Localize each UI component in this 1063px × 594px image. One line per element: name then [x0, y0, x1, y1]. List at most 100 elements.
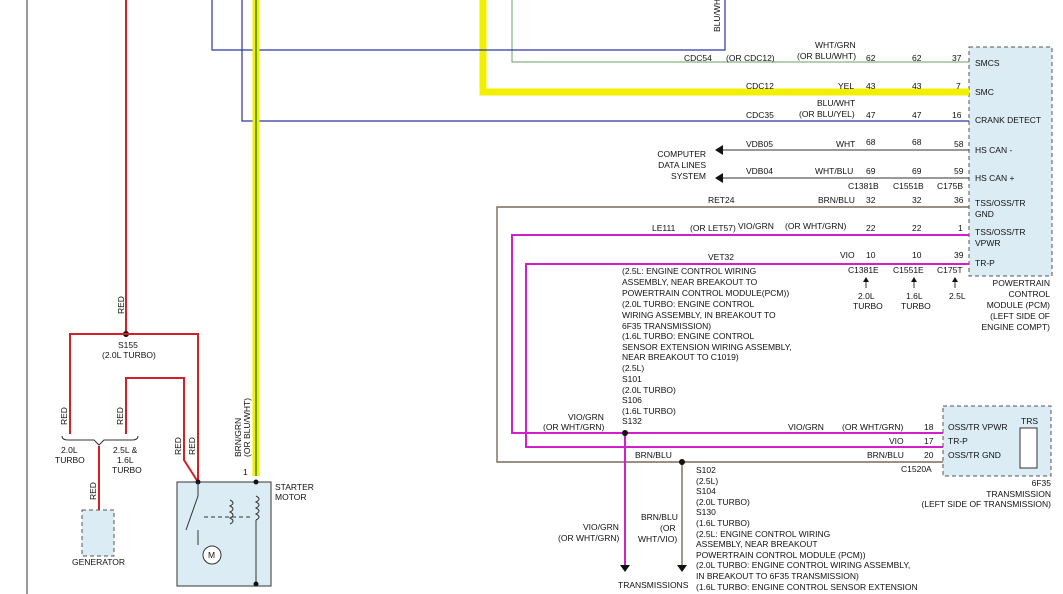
note-line: POWERTRAIN CONTROL MODULE (PCM)) — [696, 550, 866, 560]
color-label: BRN/BLU — [867, 450, 904, 460]
note-line: (1.6L TURBO: ENGINE CONTROL SENSOR EXTEN… — [696, 582, 918, 592]
pcm-pin-smc: SMC — [975, 87, 994, 97]
variant-label: 2.5L — [949, 291, 966, 301]
circuit-label: RET24 — [708, 195, 735, 205]
wiring-diagram: SMCS SMC CRANK DETECT HS CAN - HS CAN + … — [26, 0, 1053, 594]
pin-number: 32 — [866, 195, 876, 205]
color-label: (OR WHT/GRN) — [543, 422, 605, 432]
connector-label: C1551E — [893, 265, 924, 275]
pin-number: 69 — [866, 166, 876, 176]
pin-number: 62 — [912, 53, 922, 63]
computer-data-lines-label: COMPUTER DATA LINES SYSTEM — [657, 149, 706, 181]
pcm-pin-tr-p: TR-P — [975, 258, 995, 268]
starter-label: STARTER — [275, 482, 314, 492]
note-line: (2.5L: ENGINE CONTROL WIRING — [622, 266, 756, 276]
color-label: VIO — [840, 250, 855, 260]
pin-number: 22 — [866, 223, 876, 233]
wire-label-blu-wht-top: BLU/WHT — [712, 0, 722, 32]
circuit-label: (OR CDC12) — [726, 53, 775, 63]
variant-label: 1.6L — [117, 455, 134, 465]
color-label: BRN/BLU — [818, 195, 855, 205]
splice-dot — [679, 459, 685, 465]
variant-label: 2.5L & — [113, 445, 138, 455]
pin-number: 37 — [952, 53, 962, 63]
connector-variant-arrows: 2.0L TURBO 1.6L TURBO 2.5L — [853, 277, 966, 311]
trs-pin-label: TR-P — [948, 436, 968, 446]
color-label: RED — [173, 437, 183, 455]
note-line: S102 — [696, 465, 716, 475]
variant-label: TURBO — [853, 301, 883, 311]
color-label: BLU/WHT — [817, 98, 855, 108]
color-label: RED — [116, 296, 126, 314]
pin-number: 43 — [912, 81, 922, 91]
pcm-pin-tss-gnd-2: GND — [975, 209, 994, 219]
pin-number: 32 — [912, 195, 922, 205]
variant-label: 2.0L — [61, 445, 78, 455]
note-line: S101 — [622, 374, 642, 384]
pin-number: 39 — [954, 250, 964, 260]
pin-number: 47 — [866, 110, 876, 120]
note-line: (2.0L TURBO: ENGINE CONTROL WIRING ASSEM… — [696, 560, 910, 570]
note-line: S130 — [696, 507, 716, 517]
trs-caption-line: 6F35 — [1032, 478, 1052, 488]
note-line: (2.0L TURBO) — [622, 385, 676, 395]
pin-number: 16 — [952, 110, 962, 120]
color-label: VIO — [889, 436, 904, 446]
starter-motor-box — [176, 481, 272, 587]
circuit-label: CDC54 — [684, 53, 712, 63]
pin-number: 10 — [912, 250, 922, 260]
variant-label: 1.6L — [906, 291, 923, 301]
arrow-down-icon — [677, 565, 687, 572]
pcm-caption: POWERTRAIN CONTROL MODULE (PCM) (LEFT SI… — [982, 278, 1051, 332]
generator-label: GENERATOR — [72, 557, 125, 567]
pin-number: 68 — [912, 137, 922, 147]
pin-number: 58 — [954, 139, 964, 149]
splice-note-s102: S102 (2.5L) S104 (2.0L TURBO) S130 (1.6L… — [696, 465, 918, 592]
connector-label: C1381B — [848, 181, 879, 191]
pcm-pin-hs-can-minus: HS CAN - — [975, 145, 1012, 155]
pcm-caption-line: CONTROL — [1008, 289, 1050, 299]
pcm-caption-line: MODULE (PCM) — [987, 300, 1050, 310]
color-label: BRN/BLU — [641, 512, 678, 522]
pin-number: 20 — [924, 450, 934, 460]
color-label: YEL — [838, 81, 854, 91]
color-label: WHT — [836, 139, 855, 149]
splice-label: (2.0L TURBO) — [102, 350, 156, 360]
pcm-caption-line: ENGINE COMPT) — [982, 322, 1051, 332]
note-line: POWERTRAIN CONTROL MODULE(PCM)) — [622, 288, 789, 298]
computer-lines-text: COMPUTER — [657, 149, 706, 159]
circuit-label: VET32 — [708, 252, 734, 262]
computer-lines-text: SYSTEM — [671, 171, 706, 181]
circuit-label: VDB04 — [746, 166, 773, 176]
arrow-up-icon — [952, 277, 958, 282]
color-label: WHT/VIO) — [638, 534, 677, 544]
circuit-label: VDB05 — [746, 139, 773, 149]
wire-crank-detect — [241, 0, 969, 122]
pcm-pin-hs-can-plus: HS CAN + — [975, 173, 1014, 183]
note-line: S106 — [622, 395, 642, 405]
pin-number: 59 — [954, 166, 964, 176]
note-line: IN BREAKOUT TO 6F35 TRANSMISSION) — [696, 571, 859, 581]
pin-number: 17 — [924, 436, 934, 446]
trs-pin-label: OSS/TR VPWR — [948, 422, 1008, 432]
splice-label: S155 — [118, 340, 138, 350]
color-label: (OR BLU/YEL) — [799, 109, 855, 119]
color-label: RED — [187, 437, 197, 455]
color-label: VIO/GRN — [583, 522, 619, 532]
note-line: (1.6L TURBO: ENGINE CONTROL — [622, 331, 755, 341]
pin-number: 22 — [912, 223, 922, 233]
trs-sensor-symbol — [1019, 427, 1038, 469]
color-label: VIO/GRN — [568, 412, 604, 422]
pin-number: 68 — [866, 137, 876, 147]
pcm-pin-tss-gnd-1: TSS/OSS/TR — [975, 198, 1026, 208]
generator-box — [81, 509, 115, 557]
circuit-label: LE111 — [652, 223, 676, 233]
note-line: S132 — [622, 416, 642, 426]
pin-number: 10 — [866, 250, 876, 260]
pcm-pin-smcs: SMCS — [975, 58, 1000, 68]
variant-label: TURBO — [901, 301, 931, 311]
splice-dot — [622, 430, 628, 436]
trs-caption-line: (LEFT SIDE OF TRANSMISSION) — [921, 499, 1051, 509]
terminal-dot — [253, 479, 259, 485]
starter-label: MOTOR — [275, 492, 306, 502]
